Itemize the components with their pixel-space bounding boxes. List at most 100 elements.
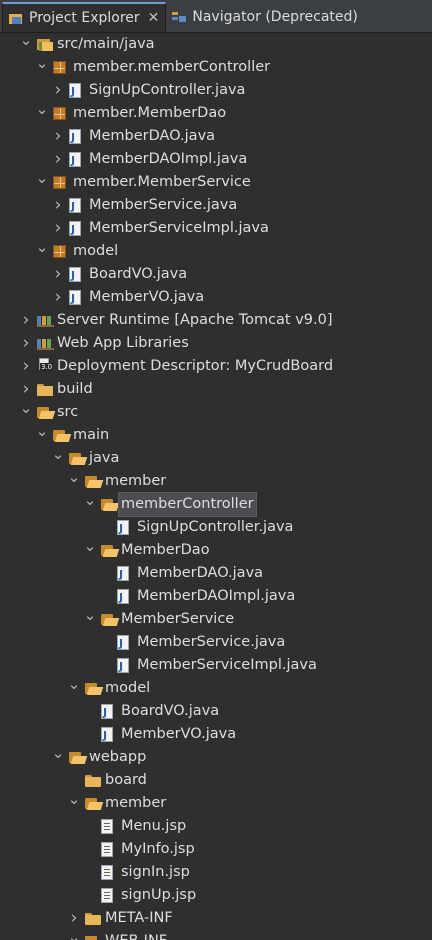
tree-item[interactable]: ⌄ member bbox=[0, 470, 432, 493]
expand-arrow-icon[interactable]: ⌄ bbox=[83, 539, 97, 562]
tree-item[interactable]: ⌄ main bbox=[0, 424, 432, 447]
collapse-arrow-icon[interactable]: › bbox=[51, 79, 65, 102]
expand-arrow-icon[interactable]: ⌄ bbox=[67, 930, 81, 940]
tree-item[interactable]: ⌄ member.MemberService bbox=[0, 171, 432, 194]
tree-item[interactable]: MemberDAO.java bbox=[0, 562, 432, 586]
tree-item[interactable]: ⌄ WEB-INF bbox=[0, 930, 432, 940]
tree-item[interactable]: ⌄ memberController bbox=[0, 492, 432, 517]
tree-item[interactable]: ⌄ model bbox=[0, 677, 432, 700]
tree-item-label: MemberServiceImpl.java bbox=[89, 220, 269, 236]
tree-item[interactable]: ⌄ member.MemberDao bbox=[0, 102, 432, 125]
project-tree: ⌄ src/main/java ⌄ member.memberController › S… bbox=[0, 33, 432, 940]
view-tab-bar: Project Explorer ✕ Navigator (Deprecated… bbox=[0, 0, 432, 33]
collapse-arrow-icon[interactable]: › bbox=[51, 125, 65, 148]
collapse-arrow-icon[interactable]: › bbox=[19, 332, 33, 355]
tree-item[interactable]: › build bbox=[0, 378, 432, 401]
expand-arrow-icon[interactable]: ⌄ bbox=[35, 171, 49, 194]
collapse-arrow-icon[interactable]: › bbox=[19, 378, 33, 401]
folder-open-icon bbox=[53, 430, 70, 442]
tree-item[interactable]: BoardVO.java bbox=[0, 700, 432, 724]
tree-item[interactable]: MemberVO.java bbox=[0, 723, 432, 747]
expand-arrow-icon[interactable]: ⌄ bbox=[35, 102, 49, 125]
tree-item-label: build bbox=[57, 381, 93, 397]
tab-project-explorer[interactable]: Project Explorer ✕ bbox=[2, 2, 167, 32]
collapse-arrow-icon[interactable]: › bbox=[67, 907, 81, 930]
collapse-arrow-icon[interactable]: › bbox=[19, 309, 33, 332]
tree-item-label: member bbox=[105, 473, 167, 489]
tab-navigator[interactable]: Navigator (Deprecated) bbox=[166, 2, 363, 32]
tree-item[interactable]: ⌄ model bbox=[0, 240, 432, 263]
tree-item[interactable]: Menu.jsp bbox=[0, 815, 432, 838]
tree-item-label: src/main/java bbox=[57, 36, 155, 52]
folder-open-icon bbox=[101, 499, 118, 511]
expand-arrow-icon[interactable]: ⌄ bbox=[83, 608, 97, 631]
tree-item[interactable]: ⌄ webapp bbox=[0, 746, 432, 769]
tree-item[interactable]: ⌄ java bbox=[0, 447, 432, 470]
tree-item[interactable]: MyInfo.jsp bbox=[0, 838, 432, 861]
tree-item[interactable]: ⌄ src/main/java bbox=[0, 33, 432, 56]
expand-arrow-icon[interactable]: ⌄ bbox=[67, 792, 81, 815]
tree-item-label: signUp.jsp bbox=[121, 887, 197, 903]
tree-item[interactable]: MemberService.java bbox=[0, 631, 432, 655]
tree-item-label: model bbox=[73, 243, 119, 259]
tree-item-label: MemberService.java bbox=[137, 634, 286, 650]
tree-item[interactable]: signIn.jsp bbox=[0, 861, 432, 884]
tree-item[interactable]: ⌄ MemberDao bbox=[0, 539, 432, 562]
expand-arrow-icon[interactable]: ⌄ bbox=[35, 56, 49, 79]
folder-icon bbox=[85, 913, 101, 925]
close-icon[interactable]: ✕ bbox=[148, 10, 160, 26]
expand-arrow-icon[interactable]: ⌄ bbox=[51, 746, 65, 769]
jsp-file-icon bbox=[101, 888, 113, 903]
expand-arrow-icon[interactable]: ⌄ bbox=[19, 33, 33, 56]
tree-item[interactable]: › SignUpController.java bbox=[0, 79, 432, 103]
tree-item[interactable]: › BoardVO.java bbox=[0, 263, 432, 287]
tree-item[interactable]: › MemberVO.java bbox=[0, 286, 432, 310]
tree-item-label: member.MemberService bbox=[73, 174, 251, 190]
expand-arrow-icon[interactable]: ⌄ bbox=[67, 677, 81, 700]
java-file-icon bbox=[69, 218, 81, 241]
tree-item[interactable]: › META-INF bbox=[0, 907, 432, 930]
package-icon bbox=[53, 107, 66, 120]
tree-item[interactable]: › MemberDAO.java bbox=[0, 125, 432, 149]
tree-item[interactable]: board bbox=[0, 769, 432, 792]
tree-item[interactable]: MemberDAOImpl.java bbox=[0, 585, 432, 609]
folder-icon bbox=[85, 775, 101, 787]
folder-open-icon bbox=[101, 614, 118, 626]
tree-item[interactable]: › MemberDAOImpl.java bbox=[0, 148, 432, 172]
tree-item[interactable]: signUp.jsp bbox=[0, 884, 432, 907]
collapse-arrow-icon[interactable]: › bbox=[19, 355, 33, 378]
tree-item[interactable]: › MemberServiceImpl.java bbox=[0, 217, 432, 241]
expand-arrow-icon[interactable]: ⌄ bbox=[67, 470, 81, 493]
folder-open-icon bbox=[85, 476, 102, 488]
collapse-arrow-icon[interactable]: › bbox=[51, 148, 65, 171]
collapse-arrow-icon[interactable]: › bbox=[51, 194, 65, 217]
expand-arrow-icon[interactable]: ⌄ bbox=[35, 240, 49, 263]
expand-arrow-icon[interactable]: ⌄ bbox=[35, 424, 49, 447]
expand-arrow-icon[interactable]: ⌄ bbox=[19, 401, 33, 424]
tree-item-label: src bbox=[57, 404, 79, 420]
java-file-icon bbox=[69, 80, 81, 103]
folder-open-icon bbox=[69, 752, 86, 764]
tree-item[interactable]: MemberServiceImpl.java bbox=[0, 654, 432, 678]
folder-open-icon bbox=[101, 545, 118, 557]
tree-item[interactable]: ⌄ member.memberController bbox=[0, 56, 432, 79]
tree-item[interactable]: ⌄ member bbox=[0, 792, 432, 815]
tree-item-label: BoardVO.java bbox=[121, 703, 220, 719]
java-file-icon bbox=[117, 586, 129, 609]
expand-arrow-icon[interactable]: ⌄ bbox=[83, 493, 97, 516]
collapse-arrow-icon[interactable]: › bbox=[51, 263, 65, 286]
tree-item-label: model bbox=[105, 680, 151, 696]
collapse-arrow-icon[interactable]: › bbox=[51, 286, 65, 309]
deployment-descriptor-icon bbox=[37, 358, 54, 374]
collapse-arrow-icon[interactable]: › bbox=[51, 217, 65, 240]
tree-item[interactable]: ⌄ src bbox=[0, 401, 432, 424]
tree-item[interactable]: › MemberService.java bbox=[0, 194, 432, 218]
tree-item[interactable]: SignUpController.java bbox=[0, 516, 432, 540]
tree-item[interactable]: ⌄ MemberService bbox=[0, 608, 432, 631]
tree-item[interactable]: › Server Runtime [Apache Tomcat v9.0] bbox=[0, 309, 432, 332]
tree-item[interactable]: › Deployment Descriptor: MyCrudBoard bbox=[0, 355, 432, 378]
tree-item[interactable]: › Web App Libraries bbox=[0, 332, 432, 355]
expand-arrow-icon[interactable]: ⌄ bbox=[51, 447, 65, 470]
